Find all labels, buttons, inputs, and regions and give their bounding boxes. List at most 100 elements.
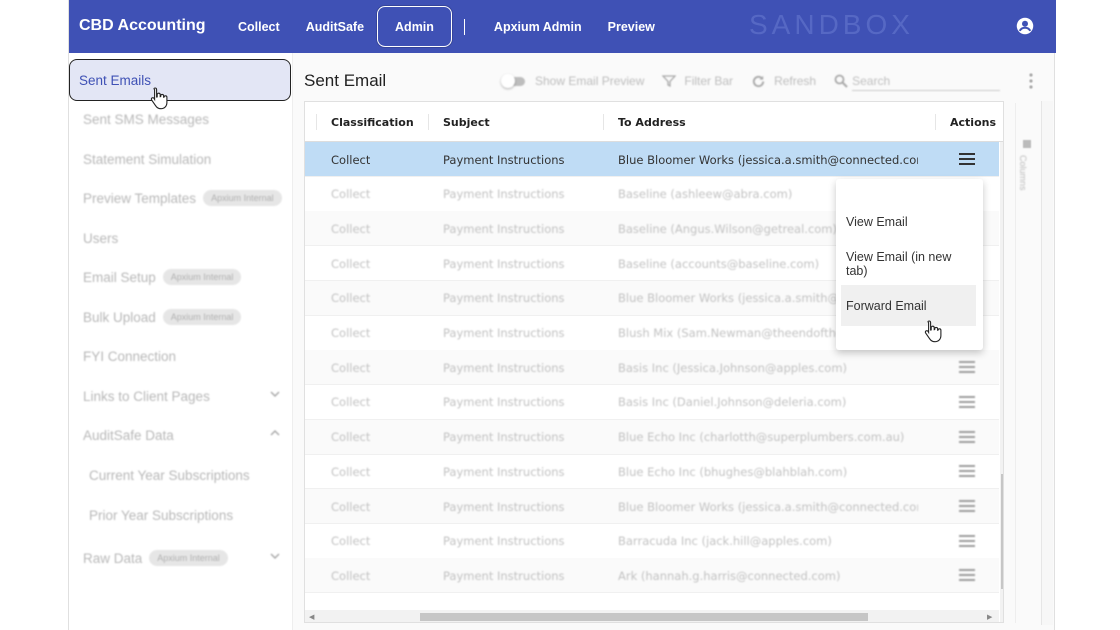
sidebar-item-raw-data[interactable]: Raw Data Apxium Internal [69,538,291,578]
brand-title: CBD Accounting [79,17,206,34]
scroll-right-arrow-icon[interactable]: ▶ [987,613,992,621]
cell-subject: Payment Instructions [443,534,565,549]
cell-classification: Collect [331,326,371,340]
nav-preview[interactable]: Preview [595,6,668,47]
internal-badge: Apxium Internal [203,190,282,206]
filter-icon [662,75,677,88]
refresh-icon [752,75,765,87]
cell-subject: Payment Instructions [443,499,565,514]
search-field[interactable] [834,71,1001,91]
chevron-up-icon [270,429,280,436]
hand-pointer-cursor-icon [150,87,168,110]
more-options-icon[interactable] [1029,73,1033,89]
sidebar-item-fyi-connection[interactable]: FYI Connection [69,336,291,376]
grid-header: Classification Subject To Address Action… [305,102,1003,142]
cell-classification: Collect [331,291,371,306]
sidebar-item-prior-year-subscriptions[interactable]: Prior Year Subscriptions [69,495,291,535]
table-row[interactable]: Collect Payment Instructions Blue Bloomer … [305,142,999,177]
column-header-to-address[interactable]: To Address [618,102,686,142]
table-row[interactable]: Collect Payment Instructions Blue Echo Inc… [305,419,999,455]
cell-subject: Payment Instructions [443,326,565,340]
row-actions-menu-icon[interactable] [959,569,975,582]
vertical-scroll-thumb[interactable] [1001,474,1003,589]
sidebar-item-label: Email Setup [83,269,156,285]
filter-bar-button[interactable]: Filter Bar [662,74,733,88]
show-email-preview-toggle[interactable]: Show Email Preview [501,74,644,88]
cell-to-address: Blue Echo Inc (bhughes@blahblah.com) [618,464,848,479]
scroll-left-arrow-icon[interactable]: ◀ [309,613,314,621]
menu-item-view-email-new-tab[interactable]: View Email (in new tab) [841,243,976,284]
row-actions-menu-icon[interactable] [959,430,975,443]
sidebar-item-current-year-subscriptions[interactable]: Current Year Subscriptions [69,455,291,495]
sidebar-item-auditsafe-data[interactable]: AuditSafe Data [69,415,291,455]
row-actions-menu-icon[interactable] [959,395,975,408]
sidebar-item-email-setup[interactable]: Email Setup Apxium Internal [69,257,291,297]
page-scrollbar[interactable] [1041,101,1053,625]
menu-item-forward-email[interactable]: Forward Email [841,285,976,326]
sidebar-item-preview-templates[interactable]: Preview Templates Apxium Internal [69,178,291,218]
row-action-menu: View Email View Email (in new tab) Forwa… [836,179,983,350]
sidebar-item-sent-emails[interactable]: Sent Emails [69,59,291,101]
scroll-down-arrow-icon[interactable]: ▼ [1002,594,1003,601]
columns-side-panel[interactable]: Columns [1015,103,1037,623]
vertical-scrollbar[interactable]: ▲ ▼ [1000,142,1003,622]
cell-classification: Collect [331,256,371,271]
sidebar-item-users[interactable]: Users [69,218,291,258]
sidebar-item-sent-sms[interactable]: Sent SMS Messages [69,99,291,139]
cell-classification: Collect [331,152,371,167]
sandbox-watermark: SANDBOX [749,9,914,40]
sidebar-item-label: Current Year Subscriptions [89,467,250,483]
row-actions-menu-icon[interactable] [959,361,975,374]
chevron-down-icon [270,553,280,560]
column-header-subject[interactable]: Subject [443,102,490,142]
main-nav: Collect AuditSafe Admin Apxium Admin Pre… [225,6,668,47]
table-row[interactable]: Collect Payment Instructions Barracuda Inc… [305,524,999,559]
cell-to-address: Blue Bloomer Works (jessica.a.smith@conn… [618,152,918,167]
sidebar-item-label: FYI Connection [83,348,177,364]
sidebar-item-label: AuditSafe Data [83,427,174,443]
cell-classification: Collect [331,499,371,514]
row-actions-menu-icon[interactable] [959,534,975,547]
cell-to-address: Barracuda Inc (jack.hill@apples.com) [618,534,832,549]
account-circle-icon[interactable] [1016,17,1034,35]
columns-icon [1023,140,1031,148]
nav-auditsafe[interactable]: AuditSafe [293,6,377,47]
cell-classification: Collect [331,360,371,375]
scroll-up-arrow-icon[interactable]: ▲ [1002,144,1003,151]
row-actions-menu-icon[interactable] [959,153,975,165]
sidebar-item-bulk-upload[interactable]: Bulk Upload Apxium Internal [69,297,291,337]
menu-item-view-email[interactable]: View Email [841,201,976,242]
column-header-actions[interactable]: Actions [950,102,996,142]
refresh-button[interactable]: Refresh [751,74,816,89]
cell-classification: Collect [331,534,371,549]
sidebar-item-statement-simulation[interactable]: Statement Simulation [69,139,291,179]
sidebar-item-label: Sent SMS Messages [83,111,210,127]
cell-classification: Collect [331,430,371,445]
nav-apxium-admin[interactable]: Apxium Admin [481,6,595,47]
table-row[interactable]: Collect Payment Instructions Blue Bloomer … [305,489,999,524]
sidebar-item-label: Bulk Upload [83,309,156,325]
row-actions-menu-icon[interactable] [959,465,975,478]
cell-to-address: Ark (hannah.g.harris@connected.com) [618,568,841,583]
nav-collect[interactable]: Collect [225,6,293,47]
horizontal-scroll-thumb[interactable] [420,613,868,621]
table-row[interactable]: Collect Payment Instructions Blue Echo Inc… [305,454,999,490]
cell-subject: Payment Instructions [443,464,565,479]
top-navigation-bar: CBD Accounting Collect AuditSafe Admin A… [69,0,1056,53]
sidebar-item-links-to-client-pages[interactable]: Links to Client Pages [69,376,291,416]
table-row[interactable]: Collect Payment Instructions Basis Inc (Da… [305,385,999,420]
sidebar: Sent Emails Sent SMS Messages Statement … [69,53,293,630]
horizontal-scrollbar[interactable]: ◀ ▶ [305,610,999,622]
row-actions-menu-icon[interactable] [959,500,975,512]
column-separator [935,114,936,130]
table-row[interactable]: Collect Payment Instructions Ark (hannah.g… [305,558,999,594]
table-row[interactable]: Collect Payment Instructions Basis Inc (Je… [305,350,999,386]
search-input[interactable] [852,71,1001,91]
column-header-classification[interactable]: Classification [331,102,414,142]
sidebar-item-label: Users [83,230,119,246]
column-separator [428,114,429,130]
toggle-switch[interactable] [501,74,527,88]
cell-subject: Payment Instructions [443,395,565,410]
nav-separator [463,18,465,35]
nav-admin[interactable]: Admin [377,6,452,47]
